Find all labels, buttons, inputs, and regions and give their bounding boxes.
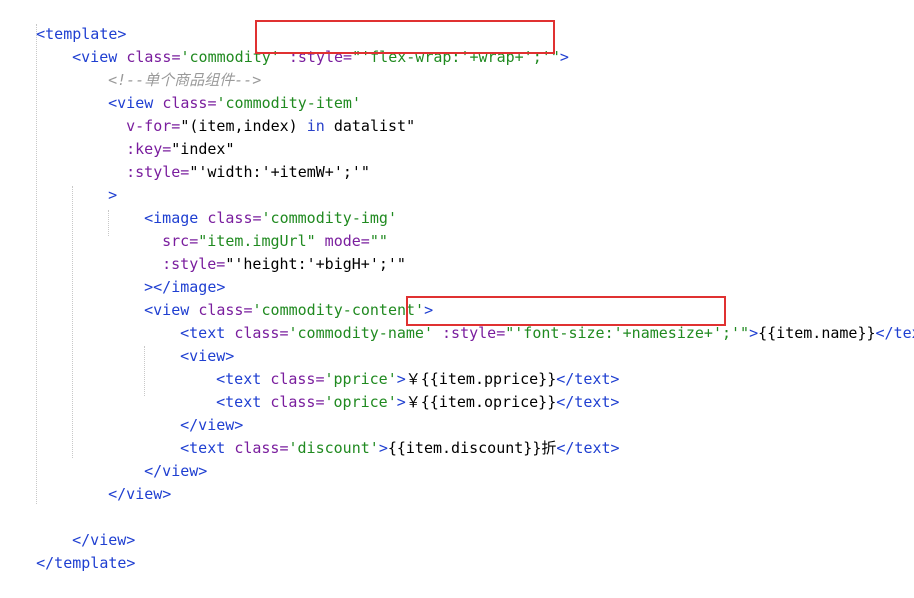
token-tag: </text> — [556, 393, 620, 411]
code-line-1[interactable]: <template> — [0, 0, 126, 43]
code-line-6[interactable]: :key="index" — [90, 115, 234, 158]
token-tag: </template> — [36, 554, 136, 572]
code-line-17[interactable]: <text class='oprice'>￥{{item.oprice}}</t… — [180, 368, 619, 411]
token-string: 'oprice' — [324, 393, 397, 411]
token-tag: </text> — [556, 439, 620, 457]
code-line-21[interactable]: </view> — [72, 460, 171, 503]
code-line-20[interactable]: </view> — [108, 437, 207, 480]
token-attribute: :style= — [442, 324, 506, 342]
code-line-11[interactable]: :style="'height:'+bigH+';'" — [126, 230, 406, 273]
code-line-4[interactable]: <view class='commodity-item' — [72, 69, 361, 112]
indent-guide — [36, 24, 37, 504]
token-text: {{item.name}} — [758, 324, 876, 342]
code-line-13[interactable]: <view class='commodity-content'> — [108, 276, 433, 319]
highlight-box-flex-wrap — [255, 20, 555, 54]
token-text: ￥{{item.oprice}} — [405, 393, 557, 411]
code-line-8[interactable]: > — [72, 161, 117, 204]
token-string: 'discount' — [288, 439, 379, 457]
token-string: 'commodity-name' — [288, 324, 434, 342]
token-text: {{item.discount}}折 — [387, 439, 557, 457]
code-line-5[interactable]: v-for="(item,index) in datalist" — [90, 92, 415, 135]
code-line-16[interactable]: <text class='pprice'>￥{{item.pprice}}</t… — [180, 345, 619, 388]
code-line-23[interactable]: </template> — [0, 529, 135, 572]
token-tag: > — [749, 324, 759, 342]
token-attribute: class= — [234, 439, 289, 457]
token-tag: > — [396, 393, 406, 411]
code-line-3[interactable]: <!--单个商品组件--> — [72, 46, 261, 89]
code-line-9[interactable]: <image class='commodity-img' — [108, 184, 397, 227]
code-line-15[interactable]: <view> — [144, 322, 234, 365]
token-value: "'height:'+bigH+';'" — [225, 255, 406, 273]
token-tag: > — [378, 439, 388, 457]
code-editor[interactable]: <template> <view class='commodity' :styl… — [0, 0, 914, 572]
token-keyword: in — [306, 117, 325, 135]
code-line-10[interactable]: src="item.imgUrl" mode="" — [126, 207, 388, 250]
code-line-18[interactable]: </view> — [144, 391, 243, 434]
token-string: "'font-size:'+namesize+';'" — [505, 324, 750, 342]
code-line-7[interactable]: :style="'width:'+itemW+';'" — [90, 138, 370, 181]
code-line-12[interactable]: ></image> — [108, 253, 225, 296]
token-value: datalist" — [324, 117, 416, 135]
code-line-22[interactable]: </view> — [36, 506, 135, 549]
token-tag: </text> — [875, 324, 914, 342]
token-attribute: class= — [270, 393, 325, 411]
token-attribute: class= — [234, 324, 289, 342]
token-tag: > — [559, 48, 569, 66]
token-tag: </view> — [108, 485, 172, 503]
highlight-box-font-size — [406, 296, 726, 326]
token-attribute: :style= — [126, 163, 190, 181]
token-value: "'width:'+itemW+';'" — [189, 163, 370, 181]
code-line-19[interactable]: <text class='discount'>{{item.discount}}… — [144, 414, 619, 457]
